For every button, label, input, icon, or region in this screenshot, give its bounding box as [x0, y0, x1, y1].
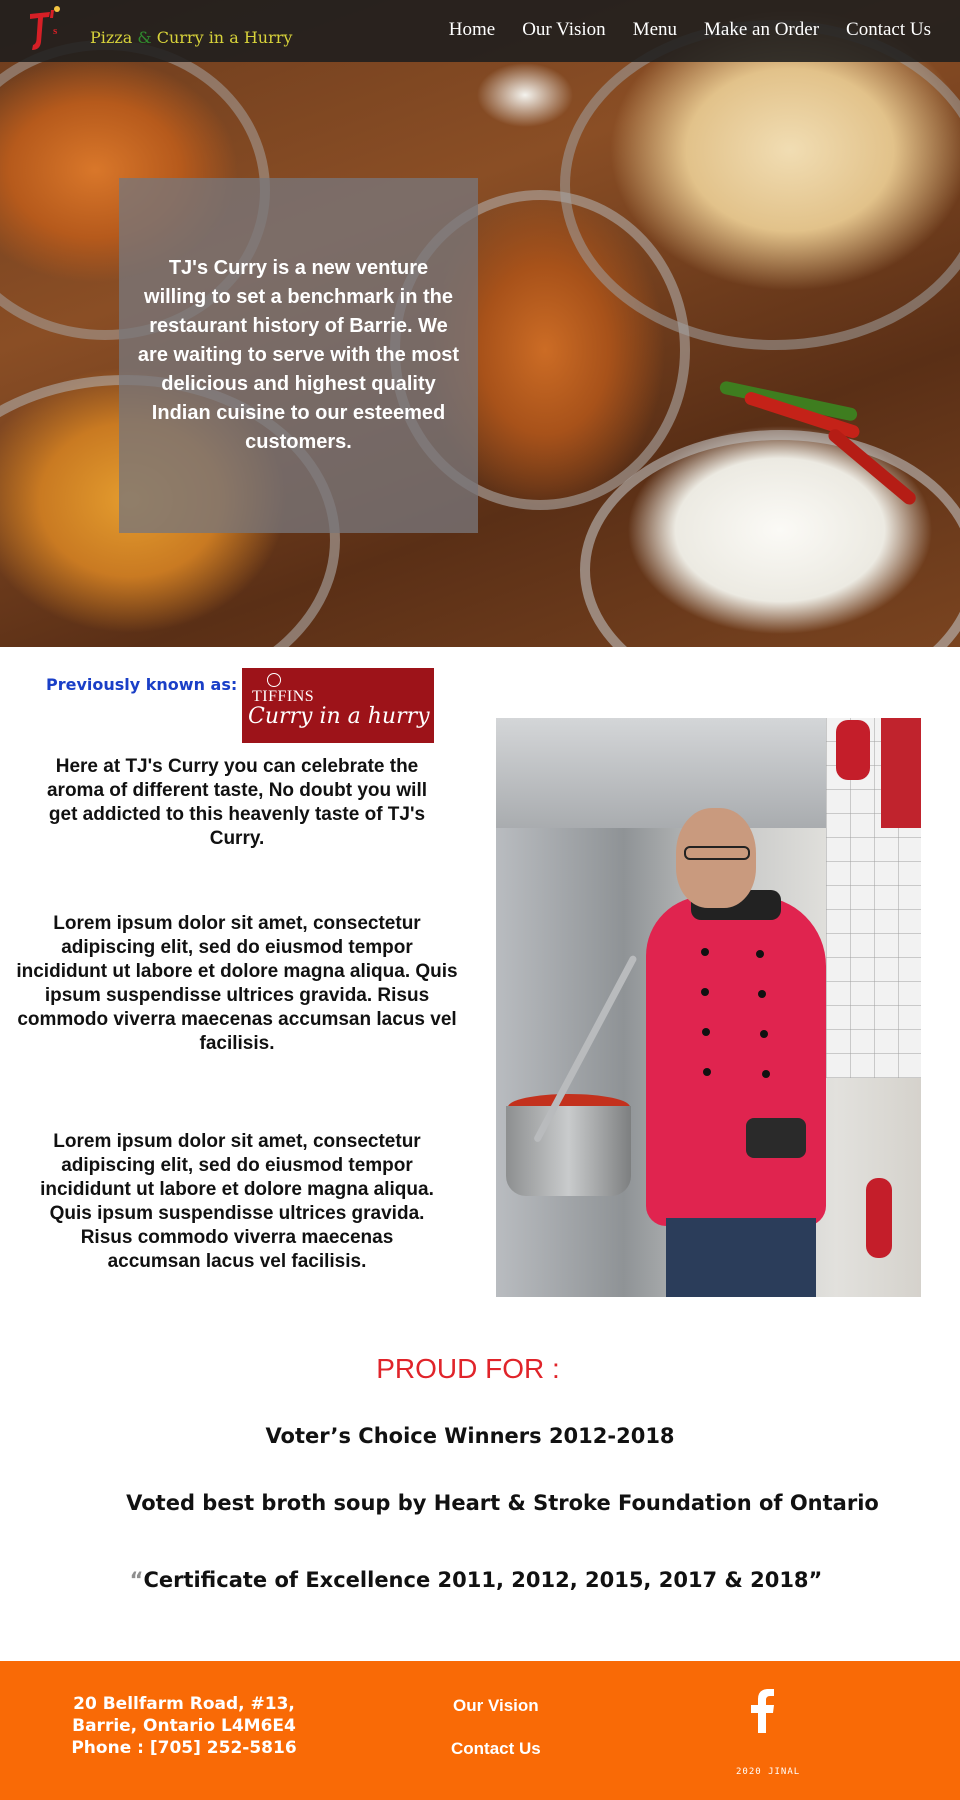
cooking-pot	[506, 1106, 631, 1196]
brand-ampersand: &	[137, 28, 152, 47]
hero-banner: s Pizza & Curry in a Hurry Home Our Visi…	[0, 0, 960, 647]
chef-sleeve-cuff	[746, 1118, 806, 1158]
chef-coat	[646, 896, 826, 1226]
brand-part2: Curry in a Hurry	[156, 28, 293, 47]
coat-button	[702, 1028, 710, 1036]
phone-number: Phone : [705] 252-5816	[71, 1738, 297, 1758]
coat-button	[760, 1030, 768, 1038]
tiffins-emblem-icon	[267, 673, 281, 687]
about-paragraph-1: Here at TJ's Curry you can celebrate the…	[46, 756, 428, 849]
certificate-text: Certificate of Excellence 2011, 2012, 20…	[143, 1568, 823, 1592]
coat-button	[756, 950, 764, 958]
chef-pants	[666, 1218, 816, 1297]
nav-our-vision[interactable]: Our Vision	[522, 19, 606, 41]
coat-button	[703, 1068, 711, 1076]
footer-address: 20 Bellfarm Road, #13, Barrie, Ontario L…	[44, 1693, 324, 1759]
red-wall-tiles	[881, 718, 921, 828]
main-nav: Home Our Vision Menu Make an Order Conta…	[422, 19, 931, 41]
award-broth-soup: Voted best broth soup by Heart & Stroke …	[126, 1491, 879, 1515]
coat-button	[762, 1070, 770, 1078]
nav-menu[interactable]: Menu	[633, 19, 677, 41]
nav-make-an-order[interactable]: Make an Order	[704, 19, 819, 41]
tiffins-logo: TIFFINS Curry in a hurry	[242, 668, 434, 743]
hero-text-box: TJ's Curry is a new venture willing to s…	[119, 178, 478, 533]
nav-home[interactable]: Home	[449, 19, 495, 41]
copyright-text: 2020 JINAL	[736, 1767, 801, 1777]
hero-text: TJ's Curry is a new venture willing to s…	[137, 257, 460, 453]
brand-name: Pizza & Curry in a Hurry	[90, 28, 292, 47]
footer-link-our-vision[interactable]: Our Vision	[453, 1696, 539, 1716]
chef-glasses	[684, 846, 750, 860]
award-voters-choice: Voter’s Choice Winners 2012-2018	[265, 1424, 675, 1448]
facebook-icon[interactable]	[748, 1689, 776, 1733]
award-certificate-excellence: “Certificate of Excellence 2011, 2012, 2…	[0, 1568, 952, 1592]
address-line-1: 20 Bellfarm Road, #13,	[73, 1694, 295, 1714]
top-navbar: s Pizza & Curry in a Hurry Home Our Visi…	[0, 0, 960, 62]
coat-button	[701, 948, 709, 956]
about-paragraph-2: Lorem ipsum dolor sit amet, consectetur …	[16, 913, 458, 1054]
certificate-open-quote: “	[129, 1568, 144, 1592]
address-line-2: Barrie, Ontario L4M6E4	[72, 1716, 296, 1736]
fire-extinguisher-bottom	[866, 1178, 892, 1258]
fire-extinguisher-top	[836, 720, 870, 780]
chef-photo	[496, 718, 921, 1297]
nav-contact-us[interactable]: Contact Us	[846, 19, 931, 41]
site-footer: 20 Bellfarm Road, #13, Barrie, Ontario L…	[0, 1661, 960, 1800]
tjs-logo-icon[interactable]: s	[24, 4, 64, 58]
brand-part1: Pizza	[90, 28, 133, 47]
kitchen-hood	[496, 718, 826, 828]
proud-for-title: PROUD FOR :	[376, 1353, 560, 1384]
coat-button	[701, 988, 709, 996]
about-paragraph-3: Lorem ipsum dolor sit amet, consectetur …	[40, 1131, 434, 1272]
footer-link-contact-us[interactable]: Contact Us	[451, 1739, 541, 1759]
previously-known-label: Previously known as:	[46, 675, 238, 694]
coat-button	[758, 990, 766, 998]
tiffins-logo-script: Curry in a hurry	[248, 704, 430, 729]
svg-text:s: s	[53, 25, 58, 37]
